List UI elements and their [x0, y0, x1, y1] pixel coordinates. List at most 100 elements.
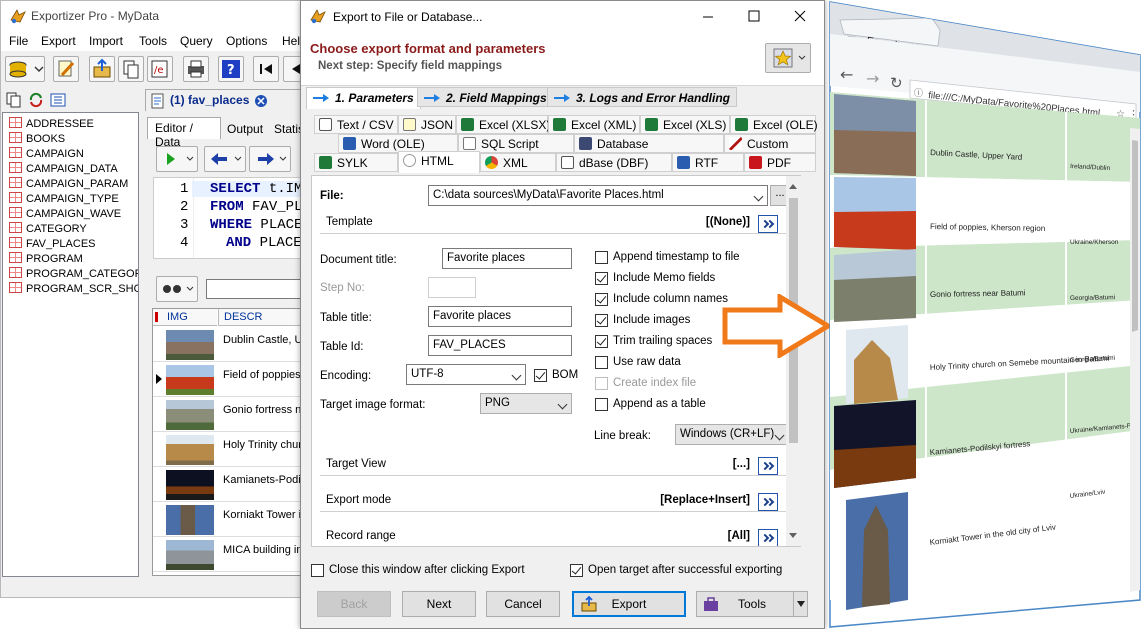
history-back-button[interactable]	[204, 146, 246, 172]
trim-trailing-spaces-checkbox[interactable]: Trim trailing spaces	[595, 335, 712, 348]
template-expand-button[interactable]	[758, 215, 778, 233]
tab-logs-error-handling[interactable]: 3. Logs and Error Handling	[547, 87, 738, 107]
target-view-expand-button[interactable]	[758, 457, 778, 475]
favorites-button[interactable]	[765, 43, 811, 73]
format-excel-xls[interactable]: Excel (XLS)	[640, 115, 730, 134]
tables-list[interactable]: ADDRESSEE BOOKS CAMPAIGN CAMPAIGN_DATA C…	[2, 112, 139, 577]
table-title-input[interactable]: Favorite places	[428, 306, 572, 327]
table-item[interactable]: CAMPAIGN_TYPE	[9, 192, 119, 205]
format-json[interactable]: JSON	[398, 115, 456, 134]
record-range-expand-button[interactable]	[758, 529, 778, 546]
menu-query[interactable]: Query	[180, 34, 213, 48]
table-row[interactable]: Korniakt Tower ir	[153, 502, 305, 537]
scroll-down-icon[interactable]	[789, 533, 797, 538]
find-button[interactable]	[156, 276, 198, 302]
tab-output[interactable]: Output	[223, 119, 269, 139]
reload-icon[interactable]: ↻	[890, 74, 903, 92]
menu-export[interactable]: Export	[41, 34, 76, 48]
menu-options[interactable]: Options	[226, 34, 267, 48]
table-item[interactable]: BOOKS	[9, 132, 65, 145]
close-icon[interactable]	[793, 9, 807, 23]
append-timestamp-checkbox[interactable]: Append timestamp to file	[595, 251, 740, 264]
edit-sql-button[interactable]	[53, 56, 79, 82]
encoding-combo[interactable]: UTF-8	[406, 364, 526, 385]
edit-record-button[interactable]: /e	[147, 56, 173, 82]
table-item[interactable]: PROGRAM_SCR_SHOT	[9, 282, 138, 295]
format-html[interactable]: HTML	[398, 151, 480, 173]
scroll-up-icon[interactable]	[789, 184, 797, 189]
use-raw-data-checkbox[interactable]: Use raw data	[595, 356, 681, 369]
export-mode-expand-button[interactable]	[758, 493, 778, 511]
data-grid[interactable]: IMG DESCR Dublin Castle, Up Field of pop…	[152, 308, 305, 576]
browser-scrollbar-thumb[interactable]	[1132, 140, 1138, 332]
tools-dropdown-icon[interactable]	[797, 601, 805, 607]
table-id-input[interactable]: FAV_PLACES	[428, 335, 572, 356]
table-item[interactable]: CAMPAIGN_PARAM	[9, 177, 128, 190]
refresh-icon[interactable]	[27, 91, 45, 109]
maximize-icon[interactable]	[747, 9, 761, 23]
table-row[interactable]: Dublin Castle, Up	[153, 327, 305, 362]
table-row[interactable]: MICA building in	[153, 537, 305, 572]
tools-button[interactable]: Tools	[696, 591, 808, 617]
column-header-img[interactable]: IMG	[153, 309, 217, 326]
format-excel-ole[interactable]: Excel (OLE)	[730, 115, 818, 134]
export-button[interactable]: Export	[572, 591, 686, 617]
history-forward-button[interactable]	[249, 146, 291, 172]
close-after-export-checkbox[interactable]: Close this window after clicking Export	[311, 564, 525, 577]
format-pdf[interactable]: PDF	[744, 153, 816, 172]
format-text-csv[interactable]: Text / CSV	[314, 115, 398, 134]
file-path-combo[interactable]: C:\data sources\MyData\Favorite Places.h…	[428, 185, 768, 206]
bom-checkbox[interactable]: BOM	[534, 369, 578, 382]
print-button[interactable]	[183, 56, 209, 82]
table-item[interactable]: FAV_PLACES	[9, 237, 96, 250]
run-query-button[interactable]	[156, 146, 198, 172]
table-row[interactable]: Field of poppies,	[153, 362, 305, 397]
format-excel-xml[interactable]: Excel (XML)	[548, 115, 640, 134]
list-view-icon[interactable]	[49, 91, 67, 109]
copy-button[interactable]	[118, 56, 144, 82]
line-break-combo[interactable]: Windows (CR+LF)	[675, 424, 789, 445]
format-database[interactable]: Database	[574, 134, 724, 153]
open-db-button[interactable]	[5, 56, 45, 82]
format-rtf[interactable]: RTF	[672, 153, 744, 172]
back-button[interactable]: Back	[317, 591, 391, 617]
format-custom[interactable]: Custom	[724, 134, 816, 153]
table-item[interactable]: PROGRAM	[9, 252, 83, 265]
tab-parameters[interactable]: 1. Parameters	[306, 87, 421, 109]
include-images-checkbox[interactable]: Include images	[595, 314, 690, 327]
append-as-table-checkbox[interactable]: Append as a table	[595, 398, 706, 411]
format-excel-xlsx[interactable]: Excel (XLSX)	[456, 115, 550, 134]
back-arrow-icon[interactable]: ←	[840, 65, 853, 84]
table-item[interactable]: CAMPAIGN_DATA	[9, 162, 118, 175]
forward-arrow-icon[interactable]: →	[866, 69, 879, 88]
close-tab-icon[interactable]	[254, 94, 268, 108]
tab-editor-data[interactable]: Editor / Data	[147, 117, 221, 149]
tab-field-mappings[interactable]: 2. Field Mappings	[417, 87, 554, 107]
cancel-button[interactable]: Cancel	[486, 591, 560, 617]
step-no-input[interactable]	[428, 277, 476, 298]
table-item[interactable]: CATEGORY	[9, 222, 87, 235]
menu-tools[interactable]: Tools	[139, 34, 167, 48]
help-button[interactable]: ?	[218, 56, 244, 82]
create-index-file-checkbox[interactable]: Create index file	[595, 377, 696, 390]
table-item[interactable]: ADDRESSEE	[9, 117, 94, 130]
format-dbase[interactable]: dBase (DBF)	[556, 153, 672, 172]
open-target-checkbox[interactable]: Open target after successful exporting	[570, 564, 782, 577]
include-column-names-checkbox[interactable]: Include column names	[595, 293, 728, 306]
minimize-icon[interactable]	[701, 9, 715, 23]
first-record-button[interactable]	[253, 56, 279, 82]
document-title-input[interactable]: Favorite places	[442, 248, 572, 269]
menu-file[interactable]: File	[9, 34, 28, 48]
next-button[interactable]: Next	[402, 591, 476, 617]
menu-import[interactable]: Import	[89, 34, 123, 48]
table-row[interactable]: Gonio fortress ne	[153, 397, 305, 432]
filter-input[interactable]	[206, 279, 305, 299]
format-xml[interactable]: XML	[480, 153, 556, 172]
column-header-descr[interactable]: DESCR	[218, 309, 305, 326]
include-memo-checkbox[interactable]: Include Memo fields	[595, 272, 715, 285]
format-sylk[interactable]: SYLK	[314, 153, 398, 172]
table-item[interactable]: PROGRAM_CATEGORY	[9, 267, 138, 280]
document-tab[interactable]: (1) fav_places	[145, 89, 305, 111]
table-row[interactable]: Holy Trinity churc	[153, 432, 305, 467]
sql-editor[interactable]: 1 2 3 4 SELECT t.IMG FROM FAV_PLA WHERE …	[153, 177, 305, 259]
